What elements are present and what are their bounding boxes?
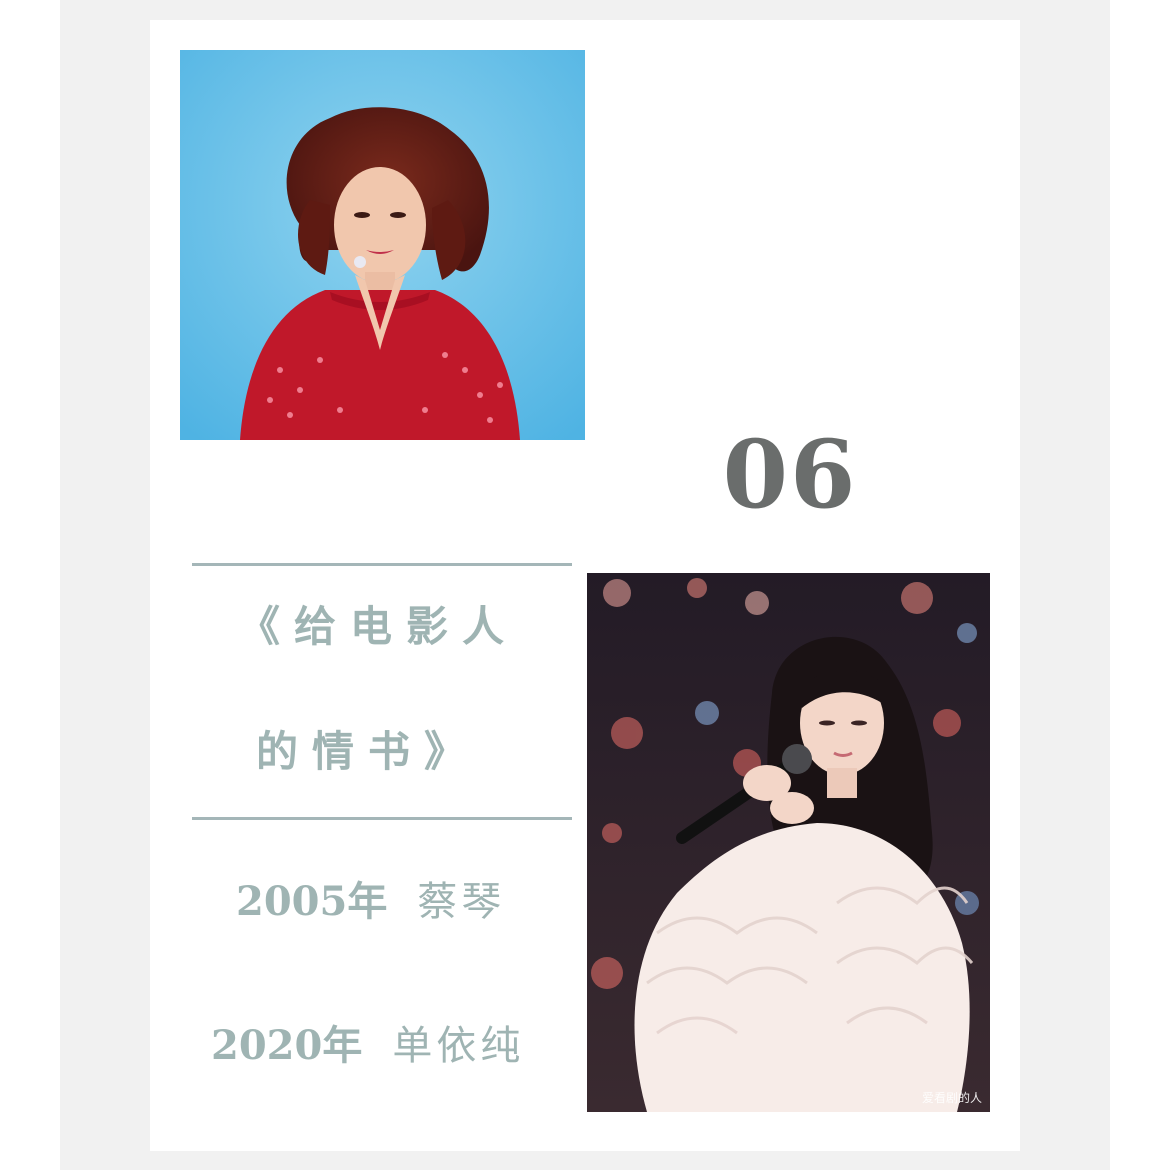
credit-artist: 单依纯 [392,1023,525,1069]
divider-bottom [192,817,572,820]
credit-year: 2020年 [211,1022,363,1069]
section-number: 06 [722,420,858,530]
credit-row: 2020年 单依纯 [211,1020,524,1081]
singer-photo-2020-image [587,573,990,1112]
divider-top [192,563,572,566]
credit-year: 2005年 [236,878,388,925]
credit-row: 2005年 蔡琴 [236,876,505,937]
song-title-line-2: 的情书》 [256,727,481,776]
singer-photo-2005 [180,50,585,440]
credit-artist: 蔡琴 [417,879,506,925]
photo-watermark: 爱看剧的人 [921,1091,982,1105]
singer-photo-2005-image [180,50,585,440]
singer-photo-2020: 爱看剧的人 [587,573,990,1112]
song-title-line-1: 《给电影人 [238,602,519,651]
